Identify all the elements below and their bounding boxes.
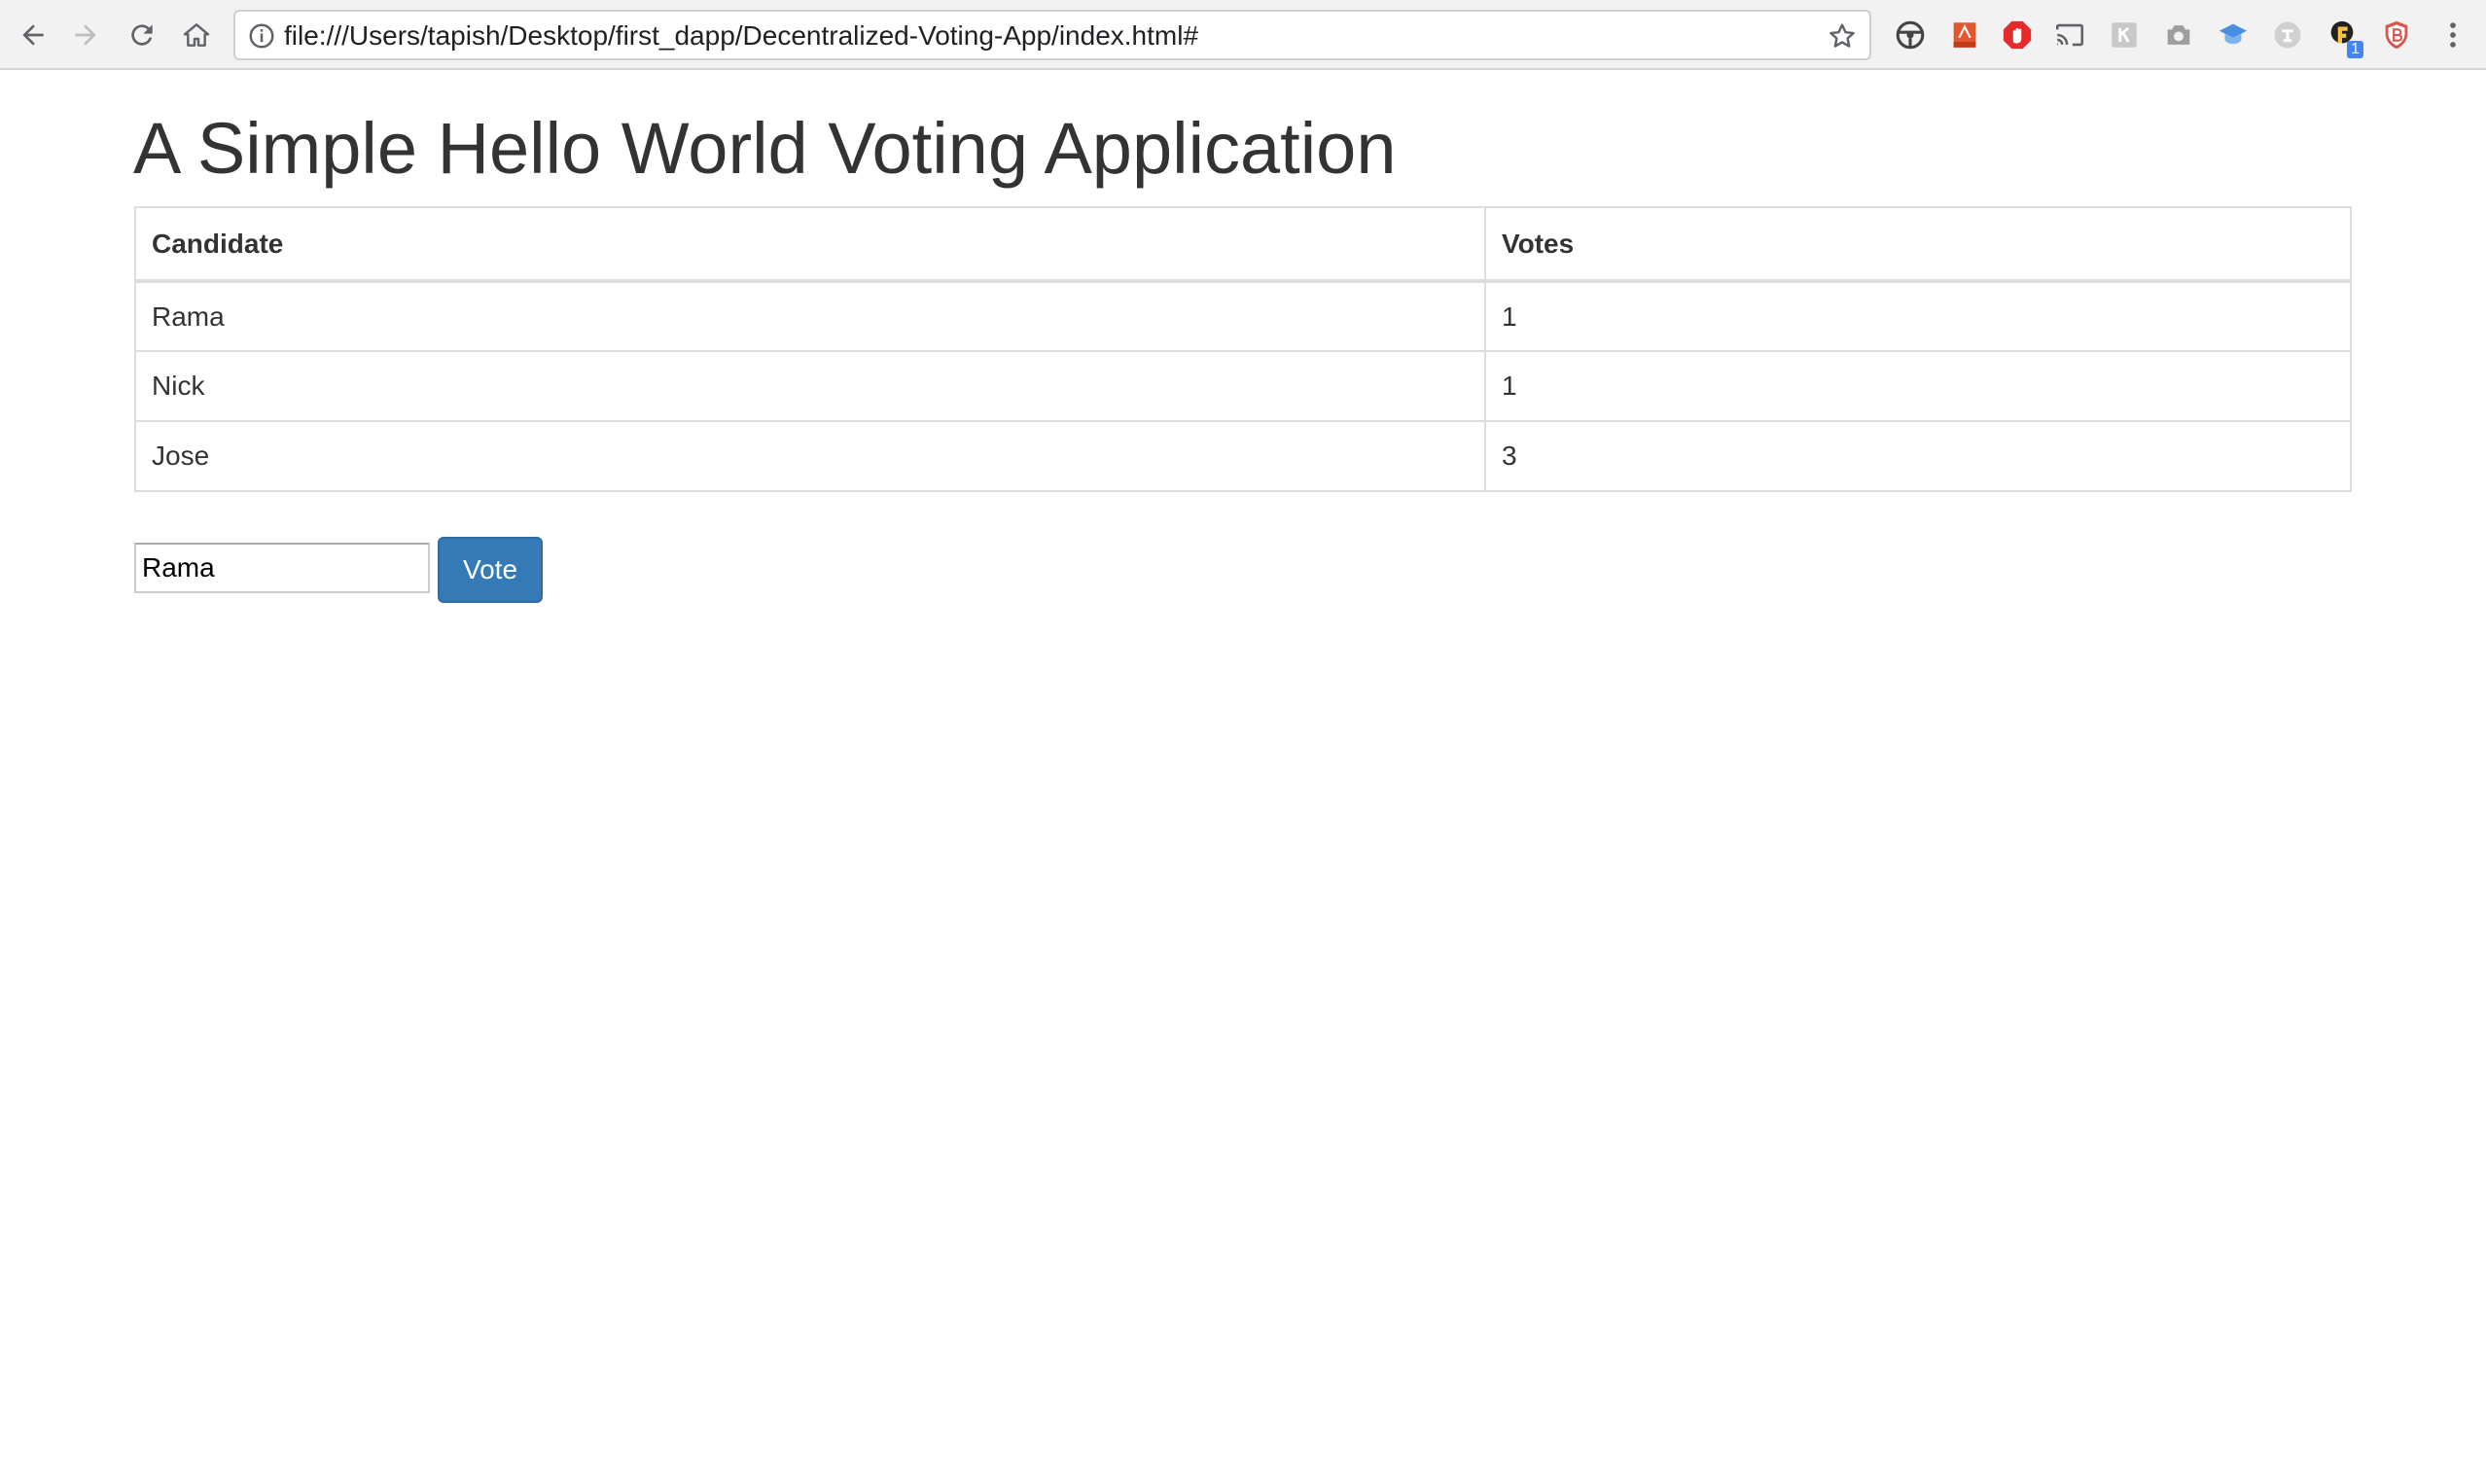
vote-count: 1 xyxy=(1484,350,2352,422)
reload-icon[interactable] xyxy=(123,16,161,54)
url-text[interactable]: file:///Users/tapish/Desktop/first_dapp/… xyxy=(284,20,1198,52)
forward-arrow-icon[interactable] xyxy=(66,16,105,54)
home-icon[interactable] xyxy=(177,16,216,54)
bookmark-star-icon[interactable] xyxy=(1827,20,1858,52)
browser-toolbar: file:///Users/tapish/Desktop/first_dapp/… xyxy=(0,0,2486,70)
table-row: Rama 1 xyxy=(134,280,2352,352)
candidates-table: Candidate Votes Rama 1 Nick 1 Jose 3 xyxy=(134,206,2352,492)
header-votes: Votes xyxy=(1484,206,2352,283)
vote-button[interactable]: Vote xyxy=(438,537,543,603)
cast-icon[interactable] xyxy=(2052,18,2087,53)
camera-icon[interactable] xyxy=(2161,18,2196,53)
extension-badge: 1 xyxy=(2347,41,2363,58)
back-arrow-icon[interactable] xyxy=(14,16,53,54)
candidate-name: Rama xyxy=(134,280,1486,352)
grey-circle-extension-icon[interactable] xyxy=(2270,18,2305,53)
vote-count: 1 xyxy=(1484,280,2352,352)
vote-count: 3 xyxy=(1484,420,2352,492)
candidate-name: Jose xyxy=(134,420,1486,492)
page-title: A Simple Hello World Voting Application xyxy=(133,108,1397,189)
header-candidate: Candidate xyxy=(134,206,1486,283)
chrome-menu-icon[interactable] xyxy=(2435,18,2470,53)
steering-wheel-extension-icon[interactable] xyxy=(1893,18,1928,53)
brave-shield-icon[interactable] xyxy=(2379,18,2414,53)
table-row: Jose 3 xyxy=(134,420,2352,492)
table-header-row: Candidate Votes xyxy=(134,206,2352,283)
pdf-extension-icon[interactable] xyxy=(1947,18,1982,53)
graduation-cap-icon[interactable] xyxy=(2216,18,2251,53)
address-bar[interactable]: file:///Users/tapish/Desktop/first_dapp/… xyxy=(233,10,1871,60)
candidate-input[interactable] xyxy=(134,543,430,593)
table-row: Nick 1 xyxy=(134,350,2352,422)
candidate-name: Nick xyxy=(134,350,1486,422)
grey-extension-icon[interactable] xyxy=(2107,18,2142,53)
adblock-stop-icon[interactable] xyxy=(2000,18,2035,53)
metamask-extension-icon[interactable]: 1 xyxy=(2325,18,2363,58)
info-icon[interactable] xyxy=(247,21,276,51)
